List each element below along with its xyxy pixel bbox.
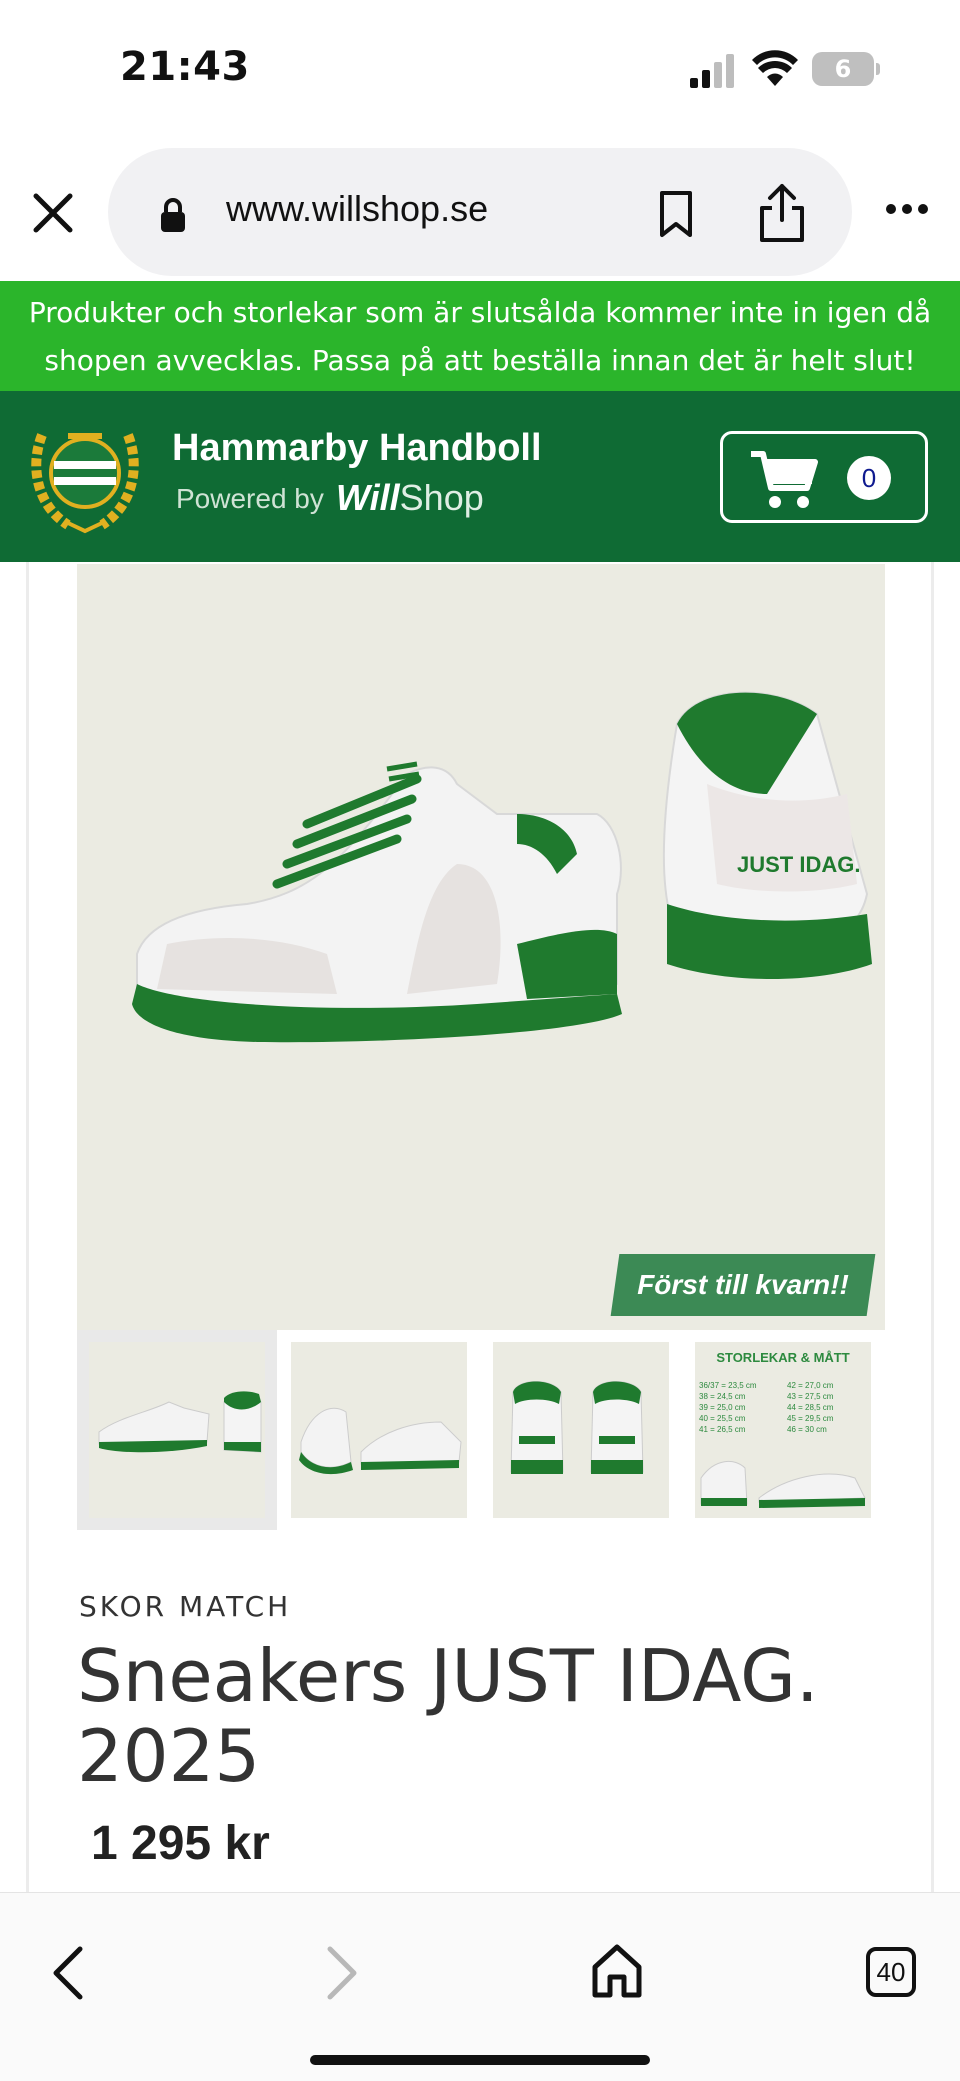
cart-count-badge: 0	[847, 456, 891, 500]
home-indicator[interactable]	[310, 2055, 650, 2065]
product-title-line-1: Sneakers JUST IDAG.	[77, 1634, 819, 1718]
notice-line-1: Produkter och storlekar som är slutsålda…	[28, 296, 932, 329]
lock-icon	[161, 198, 185, 232]
size-row-left: 38 = 24,5 cm	[699, 1392, 746, 1401]
first-come-badge: Först till kvarn!!	[610, 1254, 876, 1316]
product-price: 1 295 kr	[91, 1817, 270, 1870]
more-options-icon[interactable]	[884, 202, 930, 216]
size-chart-shoes-image	[700, 1460, 866, 1508]
cellular-signal-icon	[690, 54, 734, 88]
tabs-button[interactable]: 40	[866, 1947, 916, 1997]
home-icon[interactable]	[590, 1943, 644, 1999]
shoe-heel-text: JUST IDAG.	[737, 852, 860, 877]
size-row-left: 41 = 26,5 cm	[699, 1425, 746, 1434]
battery-level: 6	[812, 52, 874, 86]
forward-arrow-icon[interactable]	[322, 1945, 362, 2001]
thumbnail-2[interactable]	[279, 1330, 479, 1530]
url-text[interactable]: www.willshop.se	[226, 188, 488, 230]
size-row-left: 36/37 = 23,5 cm	[699, 1381, 757, 1390]
sneaker-illustration: JUST IDAG.	[132, 691, 872, 1043]
product-main-image[interactable]: JUST IDAG. Först till kvarn!!	[77, 564, 885, 1330]
address-bar[interactable]: www.willshop.se	[108, 148, 852, 276]
wifi-icon	[752, 50, 798, 86]
back-arrow-icon[interactable]	[48, 1945, 88, 2001]
size-row-right: 43 = 27,5 cm	[787, 1392, 834, 1401]
thumbnail-1[interactable]	[77, 1330, 277, 1530]
store-name[interactable]: Hammarby Handboll	[172, 427, 542, 470]
size-row-left: 40 = 25,5 cm	[699, 1414, 746, 1423]
thumbnail-3[interactable]	[481, 1330, 681, 1530]
cart-button[interactable]: 0	[720, 431, 928, 523]
size-row-right: 45 = 29,5 cm	[787, 1414, 834, 1423]
first-come-badge-text: Först till kvarn!!	[637, 1269, 849, 1300]
sold-out-notice-banner: Produkter och storlekar som är slutsålda…	[0, 281, 960, 391]
hammarby-logo[interactable]	[28, 415, 142, 535]
status-bar: 21:43 6	[0, 0, 960, 140]
powered-by-label: Powered by	[176, 483, 324, 514]
browser-bottom-toolbar: 40	[0, 1892, 960, 2081]
shopping-cart-icon	[751, 451, 818, 508]
size-row-right: 44 = 28,5 cm	[787, 1403, 834, 1412]
willshop-logo: WillShop	[336, 477, 484, 519]
thumbnail-3-image	[510, 1381, 644, 1474]
size-chart-title: STORLEKAR & MÅTT	[716, 1350, 850, 1365]
battery-icon: 6	[812, 52, 880, 86]
willshop-logo-rest: Shop	[399, 477, 484, 518]
willshop-logo-bold: Will	[336, 477, 400, 518]
bookmark-icon[interactable]	[656, 190, 696, 238]
product-title: Sneakers JUST IDAG. 2025	[77, 1636, 877, 1796]
share-icon[interactable]	[756, 182, 808, 244]
size-row-left: 39 = 25,0 cm	[699, 1403, 746, 1412]
thumbnail-4[interactable]: STORLEKAR & MÅTT 36/37 = 23,5 cm 38 = 24…	[683, 1330, 883, 1530]
thumbnail-2-image	[299, 1407, 462, 1475]
product-page: JUST IDAG. Först till kvarn!! STORLEKAR …	[26, 562, 934, 1892]
browser-address-row: www.willshop.se	[0, 140, 960, 280]
product-category[interactable]: SKOR MATCH	[79, 1590, 291, 1623]
close-icon[interactable]	[30, 190, 76, 236]
store-header: Hammarby Handboll Powered by WillShop 0	[0, 391, 960, 562]
size-row-right: 46 = 30 cm	[787, 1425, 827, 1434]
thumbnail-1-image	[98, 1391, 262, 1453]
product-title-line-2: 2025	[77, 1714, 261, 1798]
notice-line-2: shopen avvecklas. Passa på att beställa …	[44, 344, 916, 377]
size-row-right: 42 = 27,0 cm	[787, 1381, 834, 1390]
thumbnail-strip: STORLEKAR & MÅTT 36/37 = 23,5 cm 38 = 24…	[77, 1330, 885, 1530]
status-time: 21:43	[120, 44, 250, 90]
